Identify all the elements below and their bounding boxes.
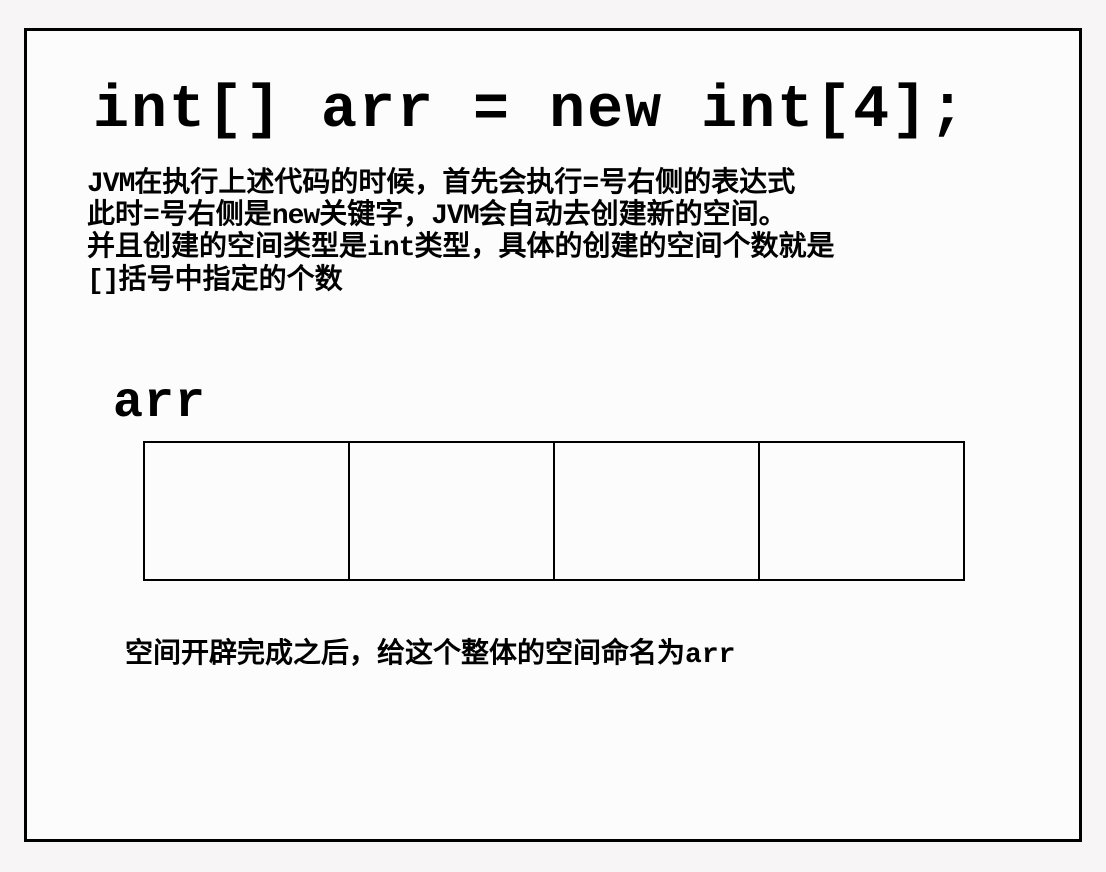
diagram-frame: int[] arr = new int[4]; JVM在执行上述代码的时候，首先… (24, 28, 1082, 842)
array-memory-diagram (143, 441, 965, 581)
arr-identifier: arr (685, 640, 735, 671)
exp-line2a: 此时=号右侧是 (87, 201, 272, 232)
array-cell (758, 441, 965, 581)
naming-note: 空间开辟完成之后，给这个整体的空间命名为arr (125, 631, 735, 671)
exp-line4b: 括号中指定的个数 (119, 266, 343, 297)
code-declaration: int[] arr = new int[4]; (93, 77, 967, 145)
exp-line2e: 会自动去创建新的空间。 (479, 201, 787, 232)
exp-line3c: 类型，具体的创建的空间个数就是 (414, 233, 834, 264)
int-keyword: int (367, 233, 414, 264)
array-cell (553, 441, 760, 581)
brackets: [] (87, 266, 119, 297)
array-variable-label: arr (113, 375, 206, 432)
new-keyword: new (272, 201, 319, 232)
array-cell (348, 441, 555, 581)
exp-line2c: 关键字， (319, 201, 431, 232)
jvm-explanation: JVM在执行上述代码的时候，首先会执行=号右侧的表达式 此时=号右侧是new关键… (87, 169, 1007, 298)
array-cell (143, 441, 350, 581)
exp-line3a: 并且创建的空间类型是 (87, 233, 367, 264)
jvm-word-2: JVM (431, 201, 478, 232)
exp-line1: 在执行上述代码的时候，首先会执行=号右侧的表达式 (134, 169, 795, 200)
jvm-word: JVM (87, 169, 134, 200)
bottom-note-text: 空间开辟完成之后，给这个整体的空间命名为 (125, 636, 685, 669)
